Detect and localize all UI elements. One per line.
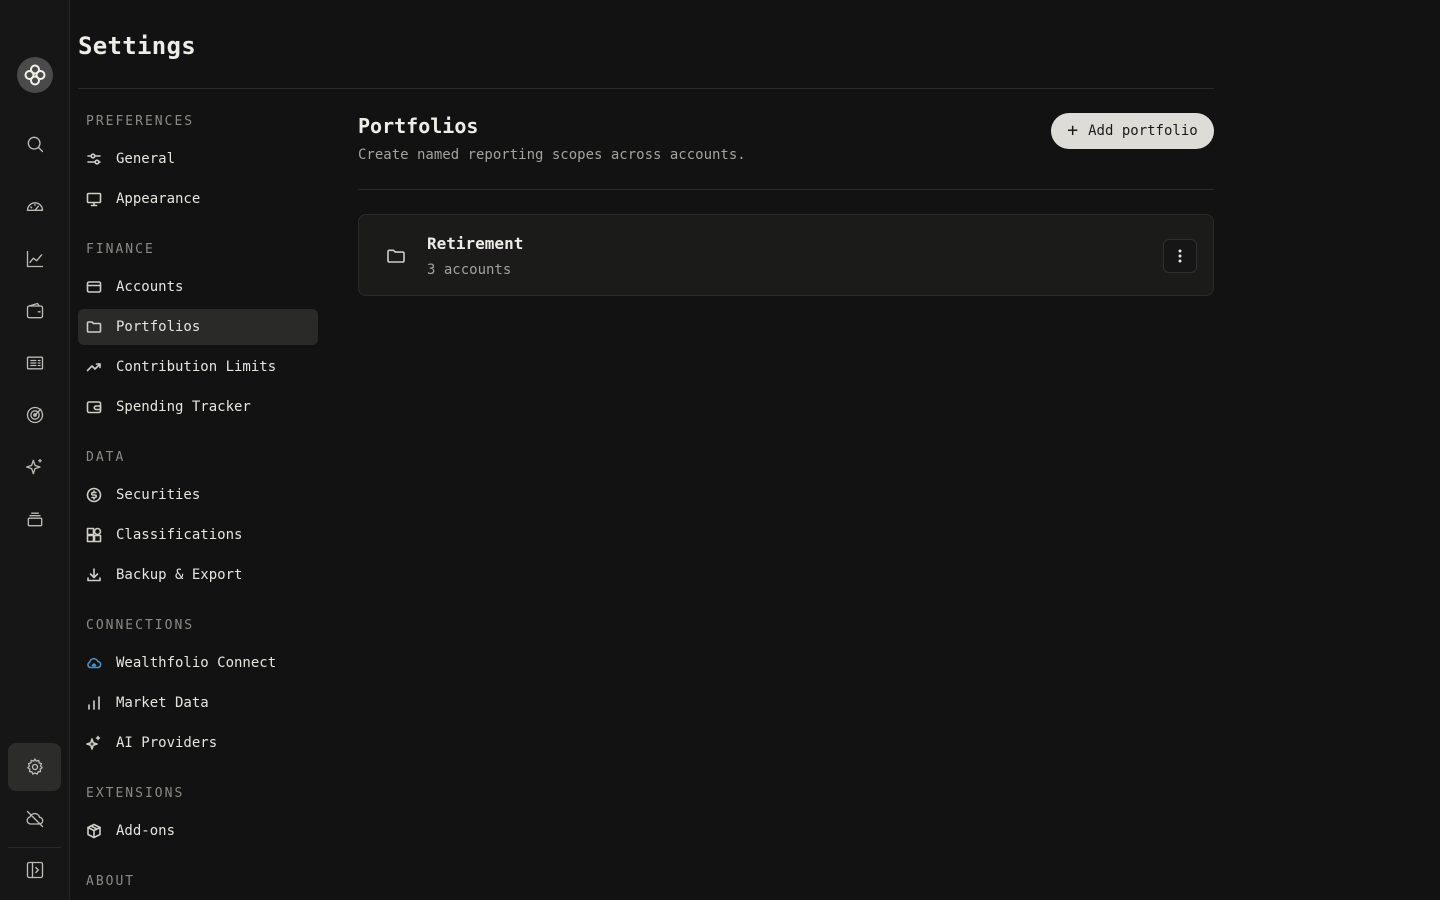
rail-goals[interactable] bbox=[8, 393, 61, 437]
portfolio-account-count: 3 accounts bbox=[427, 262, 512, 278]
add-portfolio-button[interactable]: + Add portfolio bbox=[1051, 113, 1214, 149]
shapes-icon bbox=[86, 527, 102, 543]
app-logo[interactable] bbox=[17, 57, 53, 93]
nav-item-label: Spending Tracker bbox=[116, 399, 251, 415]
trending-up-icon bbox=[86, 359, 102, 375]
icon-rail bbox=[0, 0, 70, 900]
logo-icon bbox=[24, 64, 46, 86]
bar-chart-icon bbox=[86, 695, 102, 711]
sparkles-icon bbox=[25, 458, 42, 475]
folder-icon bbox=[86, 319, 102, 335]
rail-performance[interactable] bbox=[8, 237, 61, 281]
rail-dashboard[interactable] bbox=[8, 185, 61, 229]
rail-settings[interactable] bbox=[8, 743, 61, 791]
monitor-icon bbox=[86, 191, 102, 207]
gear-icon bbox=[26, 758, 43, 775]
portfolio-name: Retirement bbox=[427, 234, 524, 253]
nav-item-label: General bbox=[116, 151, 176, 167]
rail-sync[interactable] bbox=[8, 797, 61, 841]
section-divider bbox=[358, 189, 1214, 190]
nav-section-title: ABOUT bbox=[86, 874, 136, 889]
nav-item-label: Portfolios bbox=[116, 319, 201, 335]
more-options-button[interactable] bbox=[1163, 239, 1197, 273]
nav-item-portfolios[interactable]: Portfolios bbox=[78, 309, 318, 345]
sparkles-icon bbox=[86, 735, 102, 751]
nav-section-title: CONNECTIONS bbox=[86, 618, 195, 633]
rail-activity[interactable] bbox=[8, 341, 61, 385]
layers-icon bbox=[27, 512, 42, 527]
add-portfolio-label: Add portfolio bbox=[1088, 123, 1198, 139]
section-subtitle: Create named reporting scopes across acc… bbox=[358, 147, 746, 163]
rail-stack[interactable] bbox=[8, 497, 61, 541]
nav-item-label: Appearance bbox=[116, 191, 201, 207]
plus-icon: + bbox=[1067, 120, 1079, 141]
nav-item-backup-export[interactable]: Backup & Export bbox=[78, 557, 318, 593]
nav-item-accounts[interactable]: Accounts bbox=[78, 269, 318, 305]
nav-item-label: Accounts bbox=[116, 279, 184, 295]
line-chart-icon bbox=[26, 250, 43, 268]
nav-item-label: Add-ons bbox=[116, 823, 176, 839]
rail-wallet[interactable] bbox=[8, 289, 61, 333]
nav-item-label: Backup & Export bbox=[116, 567, 243, 583]
wallet-icon bbox=[86, 399, 102, 415]
page-title: Settings bbox=[78, 32, 196, 60]
nav-item-appearance[interactable]: Appearance bbox=[78, 181, 318, 217]
nav-section-title: PREFERENCES bbox=[86, 114, 195, 129]
nav-item-label: Classifications bbox=[116, 527, 243, 543]
more-vertical-icon bbox=[1178, 249, 1182, 263]
nav-section-title: DATA bbox=[86, 450, 126, 465]
rail-search[interactable] bbox=[8, 122, 61, 166]
credit-card-icon bbox=[86, 279, 102, 295]
rail-toggle-sidebar[interactable] bbox=[8, 848, 61, 892]
rail-ai[interactable] bbox=[8, 445, 61, 489]
nav-item-spending-tracker[interactable]: Spending Tracker bbox=[78, 389, 318, 425]
sidebar-toggle-icon bbox=[26, 861, 43, 879]
gauge-icon bbox=[26, 202, 43, 211]
nav-item-wealthfolio-connect[interactable]: Wealthfolio Connect bbox=[78, 645, 318, 681]
package-icon bbox=[86, 823, 102, 839]
nav-item-label: Securities bbox=[116, 487, 201, 503]
section-title: Portfolios bbox=[358, 114, 479, 138]
wallet-icon bbox=[26, 302, 43, 319]
nav-item-add-ons[interactable]: Add-ons bbox=[78, 813, 318, 849]
nav-item-label: Wealthfolio Connect bbox=[116, 655, 277, 671]
sliders-icon bbox=[86, 151, 102, 167]
nav-item-general[interactable]: General bbox=[78, 141, 318, 177]
target-icon bbox=[26, 406, 43, 424]
cloud-off-icon bbox=[26, 810, 43, 828]
nav-section-title: EXTENSIONS bbox=[86, 786, 185, 801]
search-icon bbox=[27, 136, 43, 153]
cloud-icon bbox=[86, 655, 102, 671]
nav-item-securities[interactable]: Securities bbox=[78, 477, 318, 513]
nav-item-ai-providers[interactable]: AI Providers bbox=[78, 725, 318, 761]
nav-item-contribution-limits[interactable]: Contribution Limits bbox=[78, 349, 318, 385]
nav-item-label: Contribution Limits bbox=[116, 359, 277, 375]
portfolio-card[interactable]: Retirement 3 accounts bbox=[358, 214, 1214, 296]
folder-icon bbox=[386, 246, 406, 266]
dollar-circle-icon bbox=[86, 487, 102, 503]
download-icon bbox=[86, 567, 102, 583]
nav-item-market-data[interactable]: Market Data bbox=[78, 685, 318, 721]
receipt-icon bbox=[26, 356, 43, 370]
nav-item-classifications[interactable]: Classifications bbox=[78, 517, 318, 553]
nav-item-label: AI Providers bbox=[116, 735, 218, 751]
nav-section-title: FINANCE bbox=[86, 242, 155, 257]
header-divider bbox=[78, 88, 1214, 89]
nav-item-label: Market Data bbox=[116, 695, 209, 711]
